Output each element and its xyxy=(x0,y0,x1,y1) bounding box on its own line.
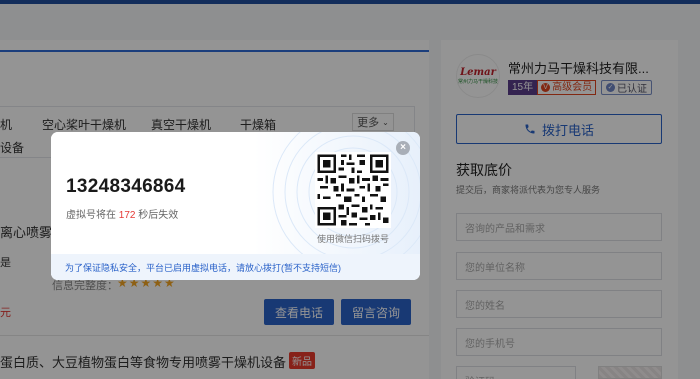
virtual-phone-number: 13248346864 xyxy=(66,176,186,197)
expire-suffix: 秒后失效 xyxy=(138,210,179,221)
qr-caption: 使用微信扫码拨号 xyxy=(316,234,389,244)
countdown: 172 xyxy=(118,210,136,221)
privacy-note: 为了保证隐私安全，平台已启用虚拟电话，请放心拨打(暂不支持短信) xyxy=(51,254,420,280)
qr-code xyxy=(315,152,391,228)
close-icon[interactable]: × xyxy=(396,141,410,155)
expire-prefix: 虚拟号将在 xyxy=(66,210,116,221)
virtual-phone-modal: × 13248346864 虚拟号将在 172 秒后失效 使用微信扫码拨号 为了… xyxy=(51,132,420,280)
expire-note: 虚拟号将在 172 秒后失效 xyxy=(66,206,178,221)
